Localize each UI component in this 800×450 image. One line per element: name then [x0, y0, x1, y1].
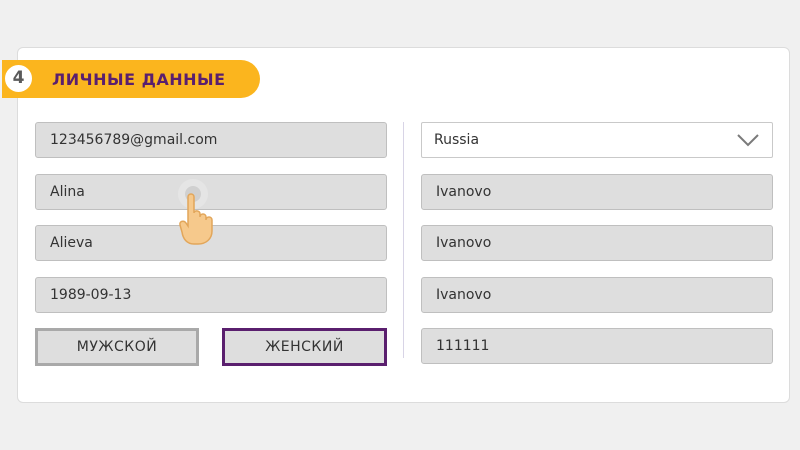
first-name-value: Alina: [50, 184, 85, 200]
postal-code-field[interactable]: 111111: [421, 328, 773, 364]
gender-male-label: МУЖСКОЙ: [76, 339, 158, 355]
address-field[interactable]: Ivanovo: [421, 277, 773, 313]
gender-male-button[interactable]: МУЖСКОЙ: [35, 328, 199, 366]
postal-code-value: 111111: [436, 338, 490, 354]
birth-date-value: 1989-09-13: [50, 287, 132, 303]
step-number-badge: 4: [3, 63, 34, 94]
city-value: Ivanovo: [436, 235, 492, 251]
gender-female-button[interactable]: ЖЕНСКИЙ: [222, 328, 387, 366]
country-select[interactable]: Russia: [421, 122, 773, 158]
column-divider: [403, 122, 404, 358]
region-field[interactable]: Ivanovo: [421, 174, 773, 210]
hand-pointer-icon: [178, 179, 213, 245]
address-value: Ivanovo: [436, 287, 492, 303]
birth-date-field[interactable]: 1989-09-13: [35, 277, 387, 313]
email-value: 123456789@gmail.com: [50, 132, 218, 148]
chevron-down-icon: [737, 134, 759, 147]
country-value: Russia: [434, 132, 480, 148]
region-value: Ivanovo: [436, 184, 492, 200]
email-field[interactable]: 123456789@gmail.com: [35, 122, 387, 158]
city-field[interactable]: Ivanovo: [421, 225, 773, 261]
gender-female-label: ЖЕНСКИЙ: [265, 339, 344, 355]
section-title: ЛИЧНЫЕ ДАННЫЕ: [52, 70, 226, 89]
last-name-value: Alieva: [50, 235, 93, 251]
